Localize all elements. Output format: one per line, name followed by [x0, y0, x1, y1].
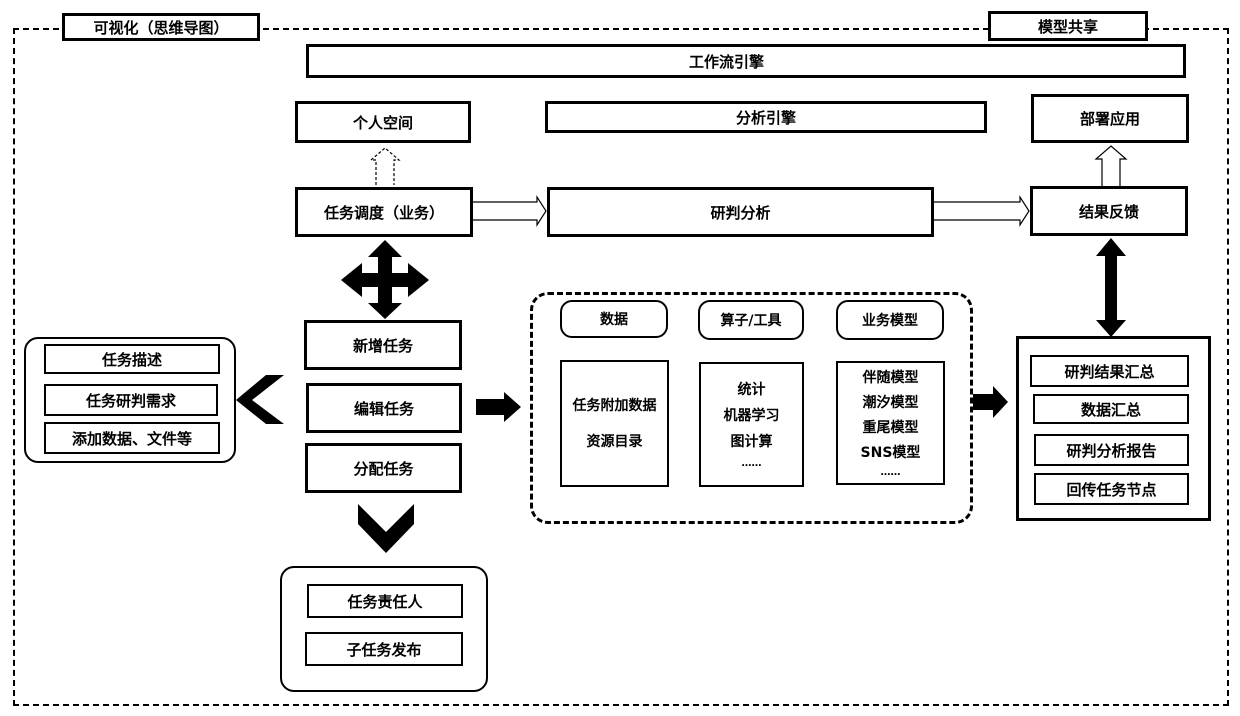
task-detail-add-data[interactable]: 添加数据、文件等 [44, 422, 220, 454]
result-return-node[interactable]: 回传任务节点 [1034, 473, 1189, 505]
chevron-left-icon [236, 375, 284, 424]
task-detail-requirement[interactable]: 任务研判需求 [44, 384, 218, 416]
resource-header-operators: 算子/工具 [698, 300, 804, 340]
hollow-up-arrow-icon [1094, 145, 1128, 186]
resource-operator-item: …… [741, 457, 762, 469]
hollow-up-arrow-icon [369, 147, 401, 185]
resource-model-item[interactable]: SNS模型 [861, 441, 921, 466]
resource-model-item: …… [880, 467, 901, 478]
four-way-arrow-icon [341, 240, 429, 319]
visualization-label: 可视化（思维导图） [62, 13, 260, 41]
assignment-owner[interactable]: 任务责任人 [307, 584, 463, 618]
resource-operator-item[interactable]: 图计算 [731, 429, 773, 455]
analysis-engine-bar: 分析引擎 [545, 101, 987, 133]
right-arrow-icon [476, 392, 521, 422]
personal-space-box: 个人空间 [295, 101, 471, 143]
hollow-right-arrow-icon [473, 194, 547, 228]
result-judgement-summary[interactable]: 研判结果汇总 [1030, 355, 1189, 387]
result-data-summary[interactable]: 数据汇总 [1033, 394, 1189, 424]
resource-models-box: 伴随模型 潮汐模型 重尾模型 SNS模型 …… [836, 361, 945, 485]
resource-operator-item[interactable]: 统计 [738, 377, 766, 403]
task-detail-description[interactable]: 任务描述 [44, 344, 220, 374]
resource-operator-item[interactable]: 机器学习 [724, 403, 780, 429]
result-feedback-box: 结果反馈 [1030, 186, 1188, 236]
workflow-engine-label: 工作流引擎 [689, 52, 765, 71]
hollow-right-arrow-icon [934, 194, 1030, 228]
chevron-down-icon [358, 504, 414, 553]
task-action-edit[interactable]: 编辑任务 [306, 383, 462, 433]
resource-header-models: 业务模型 [836, 300, 944, 340]
result-analysis-report[interactable]: 研判分析报告 [1034, 434, 1189, 466]
resource-data-item[interactable]: 任务附加数据 [573, 388, 657, 424]
model-share-label: 模型共享 [988, 11, 1148, 41]
resource-model-item[interactable]: 潮汐模型 [863, 391, 919, 416]
task-dispatch-box: 任务调度（业务） [295, 187, 473, 237]
task-action-new[interactable]: 新增任务 [304, 320, 462, 370]
deploy-app-box: 部署应用 [1031, 94, 1189, 143]
resource-data-box: 任务附加数据 资源目录 [560, 360, 669, 487]
resource-model-item[interactable]: 伴随模型 [863, 366, 919, 391]
resource-header-data: 数据 [560, 300, 668, 338]
resource-operators-box: 统计 机器学习 图计算 …… [699, 362, 804, 487]
double-vertical-arrow-icon [1096, 238, 1126, 337]
right-arrow-icon [973, 386, 1008, 418]
assignment-subtask-publish[interactable]: 子任务发布 [305, 632, 463, 666]
resource-data-item[interactable]: 资源目录 [587, 424, 643, 460]
resource-model-item[interactable]: 重尾模型 [863, 416, 919, 441]
task-action-assign[interactable]: 分配任务 [305, 443, 462, 493]
analysis-judgement-box: 研判分析 [547, 187, 934, 237]
workflow-engine-bar: 工作流引擎 [306, 44, 1186, 78]
